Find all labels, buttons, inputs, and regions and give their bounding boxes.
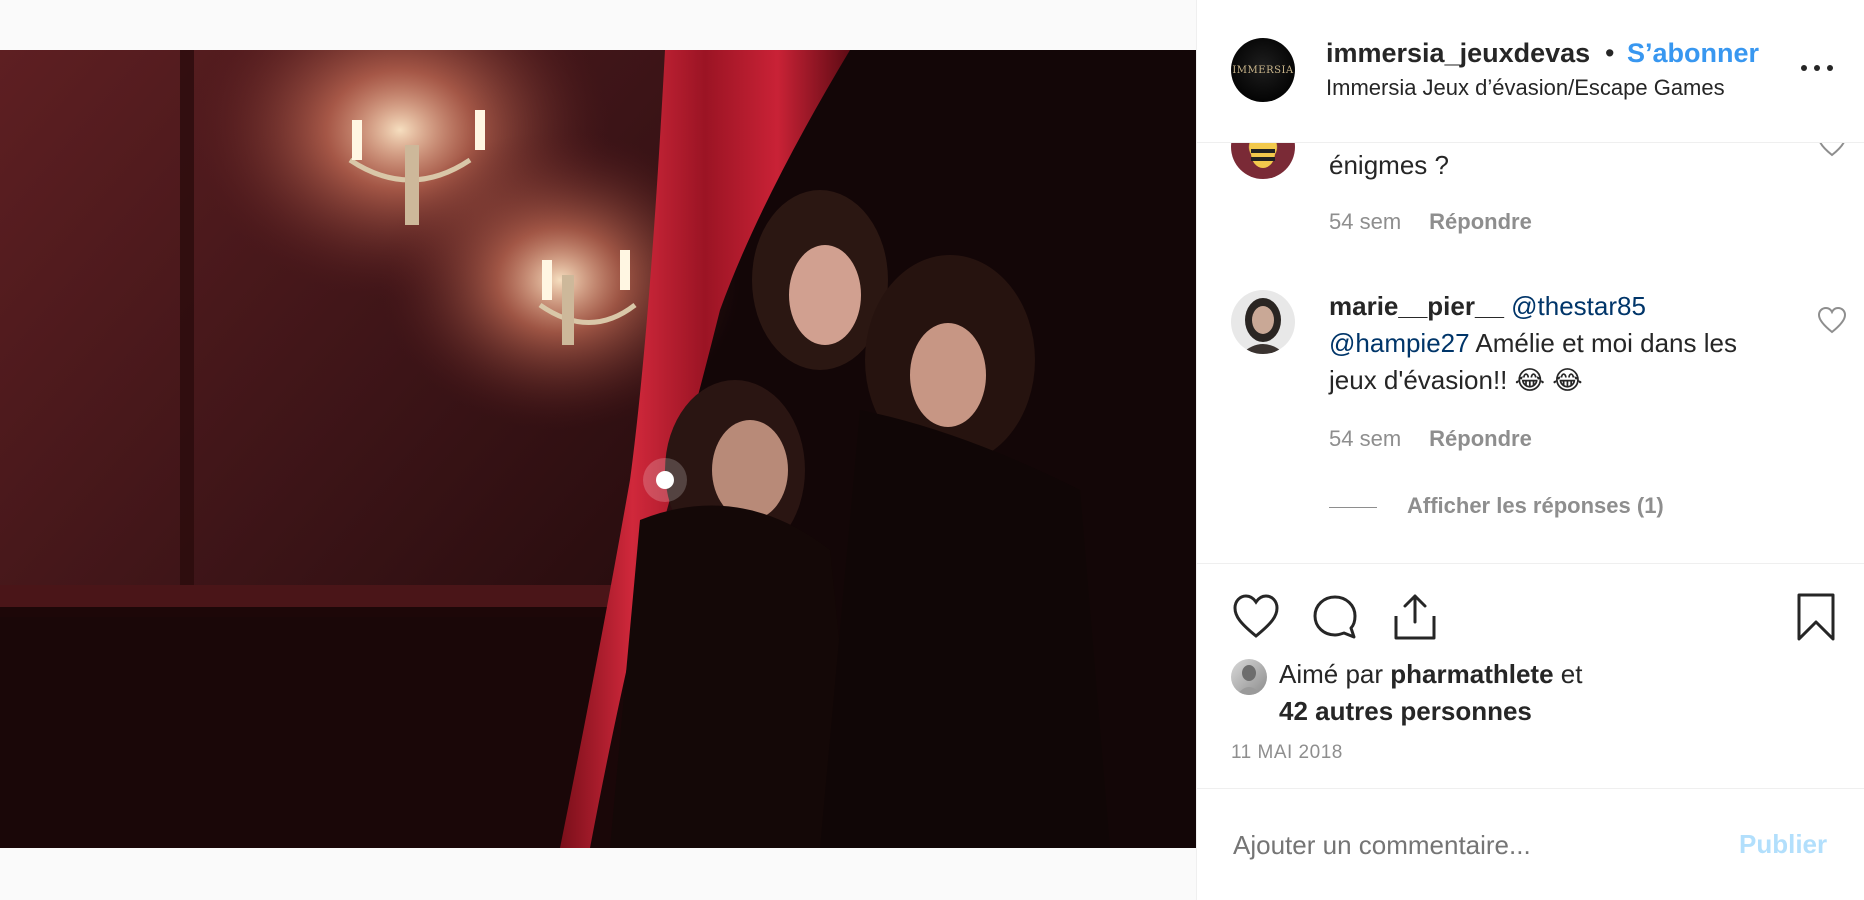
publish-button[interactable]: Publier bbox=[1739, 829, 1827, 860]
likes-prefix: Aimé par bbox=[1279, 659, 1384, 689]
share-upload-icon[interactable] bbox=[1390, 592, 1440, 642]
view-replies-button[interactable]: Afficher les réponses (1) bbox=[1329, 493, 1664, 519]
post-date[interactable]: 11 MAI 2018 bbox=[1231, 742, 1343, 764]
separator-dot: • bbox=[1605, 38, 1615, 68]
post-image-area bbox=[0, 0, 1196, 900]
likes-text: Aimé par pharmathlete et 42 autres perso… bbox=[1279, 656, 1839, 730]
bee-icon bbox=[1251, 143, 1275, 168]
likes-conj: et bbox=[1560, 659, 1583, 689]
mention-link[interactable]: @thestar85 bbox=[1511, 291, 1646, 321]
liker-avatar[interactable] bbox=[1231, 659, 1267, 695]
reply-button[interactable]: Répondre bbox=[1429, 209, 1532, 234]
account-username[interactable]: immersia_jeuxdevas bbox=[1326, 38, 1590, 69]
post-header: IMMERSIA immersia_jeuxdevas • S’abonner … bbox=[1197, 0, 1864, 143]
comment-meta: 54 sem Répondre bbox=[1329, 209, 1532, 235]
more-options-icon[interactable] bbox=[1801, 60, 1835, 76]
comment-time: 54 sem bbox=[1329, 426, 1402, 451]
comment-text: énigmes ? bbox=[1329, 150, 1449, 180]
comments-list[interactable]: énigmes ? 54 sem Répondre marie__pier__ @… bbox=[1197, 143, 1864, 563]
bookmark-icon[interactable] bbox=[1791, 592, 1841, 642]
post-actions: Aimé par pharmathlete et 42 autres perso… bbox=[1197, 563, 1864, 788]
view-replies-label: Afficher les réponses (1) bbox=[1407, 493, 1664, 518]
like-comment-heart-icon[interactable] bbox=[1817, 143, 1847, 157]
like-comment-heart-icon[interactable] bbox=[1817, 306, 1847, 334]
post-side-panel: IMMERSIA immersia_jeuxdevas • S’abonner … bbox=[1196, 0, 1864, 900]
comment-time: 54 sem bbox=[1329, 209, 1402, 234]
add-comment-bar: Publier bbox=[1197, 788, 1864, 900]
comment-meta: 54 sem Répondre bbox=[1329, 426, 1532, 452]
comment-bubble-icon[interactable] bbox=[1310, 592, 1360, 642]
comment-username[interactable]: marie__pier__ bbox=[1329, 291, 1504, 321]
mention-link[interactable]: @hampie27 bbox=[1329, 328, 1470, 358]
post-photo[interactable] bbox=[0, 50, 1196, 848]
escape-room-photo-illustration bbox=[0, 50, 1196, 848]
add-comment-input[interactable] bbox=[1231, 829, 1695, 862]
user-photo-icon bbox=[1241, 298, 1285, 354]
replies-divider-line bbox=[1329, 506, 1377, 508]
comment-avatar[interactable] bbox=[1231, 290, 1295, 354]
laughing-emoji: 😂 😂 bbox=[1514, 365, 1583, 395]
liker-username[interactable]: pharmathlete bbox=[1390, 659, 1553, 689]
reply-button[interactable]: Répondre bbox=[1429, 426, 1532, 451]
comment-avatar[interactable] bbox=[1231, 143, 1295, 179]
account-avatar[interactable]: IMMERSIA bbox=[1231, 38, 1295, 102]
account-subtitle[interactable]: Immersia Jeux d’évasion/Escape Games bbox=[1326, 75, 1725, 101]
comment-text: marie__pier__ @thestar85 @hampie27 Améli… bbox=[1329, 288, 1789, 399]
follow-button[interactable]: S’abonner bbox=[1627, 38, 1759, 69]
liker-photo-icon bbox=[1237, 665, 1261, 695]
other-likes-link[interactable]: 42 autres personnes bbox=[1279, 696, 1532, 726]
avatar-logo-text: IMMERSIA bbox=[1232, 65, 1294, 76]
like-heart-icon[interactable] bbox=[1231, 592, 1281, 642]
